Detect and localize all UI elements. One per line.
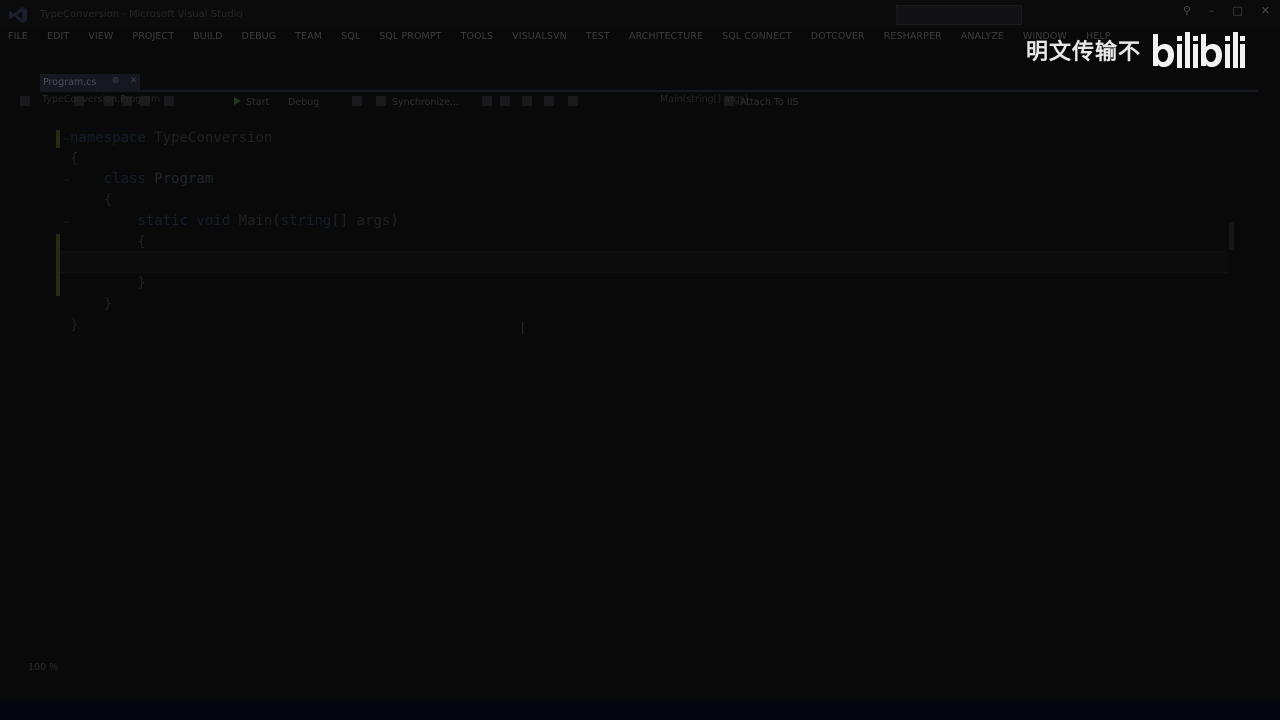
menu-item-sql-prompt[interactable]: SQL PROMPT <box>379 31 441 42</box>
menu-item-architecture[interactable]: ARCHITECTURE <box>629 31 703 42</box>
menu-item-dotcover[interactable]: DOTCOVER <box>811 31 865 42</box>
minimize-icon[interactable]: – <box>1209 4 1215 17</box>
window-title: TypeConversion - Microsoft Visual Studio <box>40 9 243 20</box>
code-token: class <box>70 171 155 187</box>
current-line-highlight <box>60 251 1228 273</box>
menu-item-resharper[interactable]: RESHARPER <box>884 31 942 42</box>
menu-item-team[interactable]: TEAM <box>295 31 322 42</box>
menu-item-view[interactable]: VIEW <box>88 31 113 42</box>
menu-item-build[interactable]: BUILD <box>193 31 222 42</box>
status-bar <box>0 700 1280 720</box>
vertical-scrollbar[interactable] <box>1228 128 1236 660</box>
code-token: } <box>70 296 113 312</box>
menu-item-file[interactable]: FILE <box>8 31 28 42</box>
code-line[interactable]: } <box>70 296 112 312</box>
code-line[interactable]: } <box>70 275 146 291</box>
search-icon[interactable]: ⚲ <box>1183 4 1191 17</box>
quick-launch-input[interactable] <box>896 5 1022 25</box>
code-token: Main( <box>238 213 281 229</box>
pin-icon[interactable]: ⊕ <box>112 76 120 86</box>
bilibili-watermark: 明文传输不 <box>1026 30 1246 70</box>
code-token: string <box>280 213 332 229</box>
code-line[interactable]: class Program <box>70 171 214 187</box>
menu-item-project[interactable]: PROJECT <box>132 31 174 42</box>
close-icon[interactable]: ✕ <box>130 76 138 86</box>
code-line[interactable]: static void Main(string[] args) <box>70 213 399 229</box>
watermark-text: 明文传输不 <box>1026 40 1142 65</box>
code-line[interactable]: { <box>70 234 146 250</box>
menu-item-edit[interactable]: EDIT <box>47 31 69 42</box>
close-icon[interactable]: ✕ <box>1261 4 1270 17</box>
menu-item-analyze[interactable]: ANALYZE <box>961 31 1004 42</box>
visual-studio-logo-icon <box>9 7 27 23</box>
code-token: } <box>70 275 146 291</box>
code-token: [] args) <box>331 213 399 229</box>
code-token: { <box>70 151 79 167</box>
code-line[interactable]: { <box>70 192 112 208</box>
code-token: { <box>70 192 113 208</box>
left-tool-rail <box>4 78 20 278</box>
code-token: static void <box>70 213 239 229</box>
bilibili-logo-icon <box>1153 32 1246 68</box>
code-token: { <box>70 234 146 250</box>
code-line[interactable]: namespace TypeConversion <box>70 130 272 146</box>
text-cursor <box>522 322 523 334</box>
navigation-bar: TypeConversion.Program Main(string[] arg… <box>30 93 1250 107</box>
code-token: } <box>70 317 79 333</box>
member-dropdown[interactable]: Main(string[] args) <box>660 94 748 105</box>
change-margin <box>56 130 60 148</box>
menu-item-visualsvn[interactable]: VISUALSVN <box>512 31 567 42</box>
code-token: namespace <box>70 130 155 146</box>
code-line[interactable]: { <box>70 151 78 167</box>
code-line[interactable]: } <box>70 317 78 333</box>
menu-item-debug[interactable]: DEBUG <box>242 31 277 42</box>
menu-item-sql-connect[interactable]: SQL CONNECT <box>722 31 792 42</box>
code-token: Program <box>154 171 214 187</box>
type-dropdown[interactable]: TypeConversion.Program <box>42 94 160 105</box>
maximize-icon[interactable]: □ <box>1232 4 1242 17</box>
menu-item-test[interactable]: TEST <box>586 31 610 42</box>
code-token: TypeConversion <box>154 130 273 146</box>
tab-program-cs[interactable]: Program.cs ⊕ ✕ <box>40 74 140 90</box>
document-tab-strip: Program.cs ⊕ ✕ <box>40 74 1258 92</box>
tab-label: Program.cs <box>43 76 97 88</box>
zoom-level[interactable]: 100 % <box>28 662 58 673</box>
title-bar: TypeConversion - Microsoft Visual Studio… <box>0 0 1280 28</box>
settings-icon[interactable] <box>20 96 30 106</box>
scroll-thumb[interactable] <box>1229 222 1234 250</box>
right-tool-rail <box>1262 78 1278 298</box>
menu-item-tools[interactable]: TOOLS <box>461 31 494 42</box>
change-margin <box>56 234 60 296</box>
menu-item-sql[interactable]: SQL <box>341 31 360 42</box>
